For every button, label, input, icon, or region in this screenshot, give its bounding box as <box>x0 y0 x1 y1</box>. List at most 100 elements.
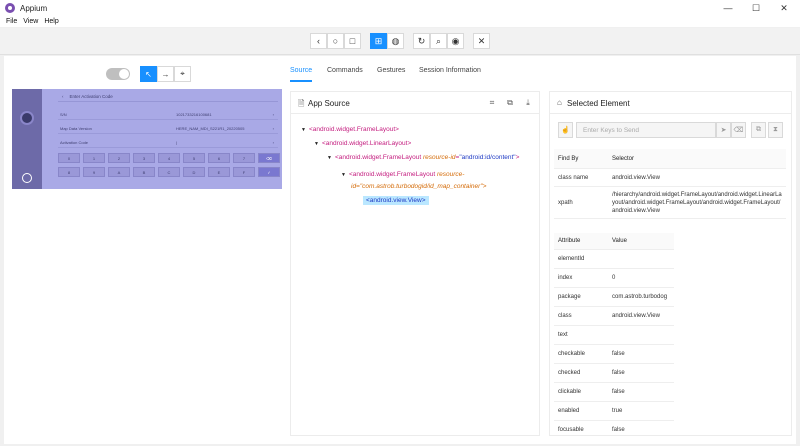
recents-button[interactable]: □ <box>344 33 361 49</box>
menu-file[interactable]: File <box>6 18 17 25</box>
keypad-key: 5 <box>183 153 205 163</box>
tab-gestures[interactable]: Gestures <box>377 67 405 74</box>
cell-key: checkable <box>558 351 586 357</box>
cell-value: android.view.View <box>612 174 660 181</box>
table-row[interactable]: clickable false <box>554 383 674 402</box>
tree-node[interactable]: ▼ <android.widget.LinearLayout> <box>314 140 411 147</box>
refresh-button[interactable]: ↻ <box>413 33 430 49</box>
tree-node-continuation: id="com.astrob.turbodogid/id_map_contain… <box>351 183 486 190</box>
cell-key: clickable <box>558 389 582 395</box>
tree-node-attr-name: resource-id <box>423 154 456 161</box>
table-row[interactable]: focusable false <box>554 421 674 435</box>
device-header: ‹ Enter Activation Code <box>58 91 278 102</box>
table-row[interactable]: xpath /hierarchy/android.widget.FrameLay… <box>554 187 786 219</box>
minimize-button[interactable]: — <box>714 0 742 16</box>
send-keys-input[interactable]: Enter Keys to Send <box>576 122 716 138</box>
cell-key: class <box>558 313 572 319</box>
table-row[interactable]: index 0 <box>554 269 674 288</box>
cell-value: false <box>612 351 625 357</box>
keypad-key: A <box>108 167 130 177</box>
tree-node[interactable]: ▼ <android.widget.FrameLayout resource- <box>341 171 464 178</box>
cell-key: xpath <box>558 199 573 206</box>
eraser-icon: ⌫ <box>733 127 744 134</box>
send-keys-row: ☝ Enter Keys to Send ➤ ⌫ ⧉ ⧗ <box>558 122 786 138</box>
menu-view[interactable]: View <box>23 18 38 25</box>
cell-key: text <box>558 332 568 338</box>
tree-node-attr-continuation: id="com.astrob.turbodogid/id_map_contain… <box>351 183 487 190</box>
timing-button[interactable]: ⧗ <box>768 122 783 138</box>
square-icon: □ <box>349 36 356 46</box>
table-row[interactable]: class name android.view.View <box>554 169 786 187</box>
table-row[interactable]: checked false <box>554 364 674 383</box>
search-icon: ⌕ <box>435 35 442 46</box>
cell-value: 0 <box>612 275 616 281</box>
keypad-key: C <box>158 167 180 177</box>
tree-node-tag: <android.widget.LinearLayout> <box>322 140 412 147</box>
clear-button[interactable]: ⌫ <box>731 122 746 138</box>
table-row[interactable]: text <box>554 326 674 345</box>
tap-element-button[interactable]: ☝ <box>558 122 573 138</box>
table-header: Find By Selector <box>554 149 786 169</box>
cell-value: /hierarchy/android.widget.FrameLayout/an… <box>612 191 782 214</box>
search-button[interactable]: ⌕ <box>430 33 447 49</box>
device-sidebar <box>12 89 42 189</box>
row-value: HERE_NAM_MDI_S221R1_20220505 <box>176 126 245 131</box>
tab-session-information[interactable]: Session Information <box>419 67 481 74</box>
chevron-left-icon: ‹ <box>317 36 320 46</box>
cell-value: com.astrob.turbodog <box>612 294 668 300</box>
native-mode-button[interactable]: ⊞ <box>370 33 387 49</box>
quit-session-button[interactable]: ✕ <box>473 33 490 49</box>
web-mode-button[interactable]: ◍ <box>387 33 404 49</box>
keypad-key: B <box>133 167 155 177</box>
table-row[interactable]: checkable false <box>554 345 674 364</box>
table-row[interactable]: enabled true <box>554 402 674 421</box>
copy-source-button[interactable]: ⧉ <box>504 97 516 109</box>
copy-attributes-button[interactable]: ⧉ <box>751 122 766 138</box>
cell-value: android.view.View <box>612 313 660 319</box>
back-button[interactable]: ‹ <box>310 33 327 49</box>
row-label: S/N <box>60 112 67 117</box>
download-source-button[interactable]: ⤓ <box>522 97 534 109</box>
keypad-key: ⌫ <box>258 153 280 163</box>
copy-icon: ⧉ <box>507 98 513 107</box>
tap-coordinates-button[interactable]: ⌖ <box>174 66 191 82</box>
hourglass-icon: ⧗ <box>773 126 778 133</box>
main-area: ↖ → ⌖ ‹ Enter Activation Code S/N 102173… <box>4 56 796 444</box>
menu-help[interactable]: Help <box>44 18 58 25</box>
back-arrow-icon: ‹ <box>62 93 64 99</box>
row-label: Map Data Version <box>60 126 92 131</box>
arrow-right-icon: → <box>161 69 170 79</box>
table-row[interactable]: elementId <box>554 250 674 269</box>
tree-node-attr-name: resource- <box>437 171 465 178</box>
tree-node-tag: <android.widget.FrameLayout <box>349 171 436 178</box>
device-screenshot[interactable]: ‹ Enter Activation Code S/N 102173321610… <box>12 89 282 189</box>
tree-node[interactable]: ▼ <android.widget.FrameLayout> <box>301 126 399 133</box>
tree-node[interactable]: ▼ <android.widget.FrameLayout resource-id… <box>327 154 519 161</box>
swipe-button[interactable]: → <box>157 66 174 82</box>
tree-node-selected[interactable]: <android.view.View> <box>363 196 429 205</box>
title-bar: Appium — ☐ ✕ <box>0 0 800 16</box>
screenshot-toggle[interactable] <box>106 68 130 80</box>
recorder-button[interactable]: ◉ <box>447 33 464 49</box>
table-row[interactable]: package com.astrob.turbodog <box>554 288 674 307</box>
tab-source[interactable]: Source <box>290 67 312 74</box>
app-source-panel: 🗎 App Source ⌗ ⧉ ⤓ ▼ <android.widget.Fram… <box>290 91 540 436</box>
app-source-title: App Source <box>308 99 350 108</box>
close-window-button[interactable]: ✕ <box>770 0 798 16</box>
chevron-right-icon: › <box>272 112 274 117</box>
device-row-map-version: Map Data Version HERE_NAM_MDI_S221R1_202… <box>58 123 278 134</box>
select-elements-button[interactable]: ↖ <box>140 66 157 82</box>
download-icon: ⤓ <box>526 98 530 107</box>
grid-icon: ⊞ <box>374 35 383 46</box>
table-row[interactable]: class android.view.View <box>554 307 674 326</box>
home-button[interactable]: ○ <box>327 33 344 49</box>
tree-node-tag: <android.widget.FrameLayout <box>335 154 422 161</box>
tree-node-tag: <android.view.View> <box>366 197 426 204</box>
tab-commands[interactable]: Commands <box>327 67 363 74</box>
maximize-button[interactable]: ☐ <box>742 0 770 16</box>
tree-node-tag: <android.widget.FrameLayout> <box>309 126 399 133</box>
send-keys-button[interactable]: ➤ <box>716 122 731 138</box>
keypad-key: 4 <box>158 153 180 163</box>
keypad-key: F <box>233 167 255 177</box>
toggle-attributes-button[interactable]: ⌗ <box>486 97 498 109</box>
